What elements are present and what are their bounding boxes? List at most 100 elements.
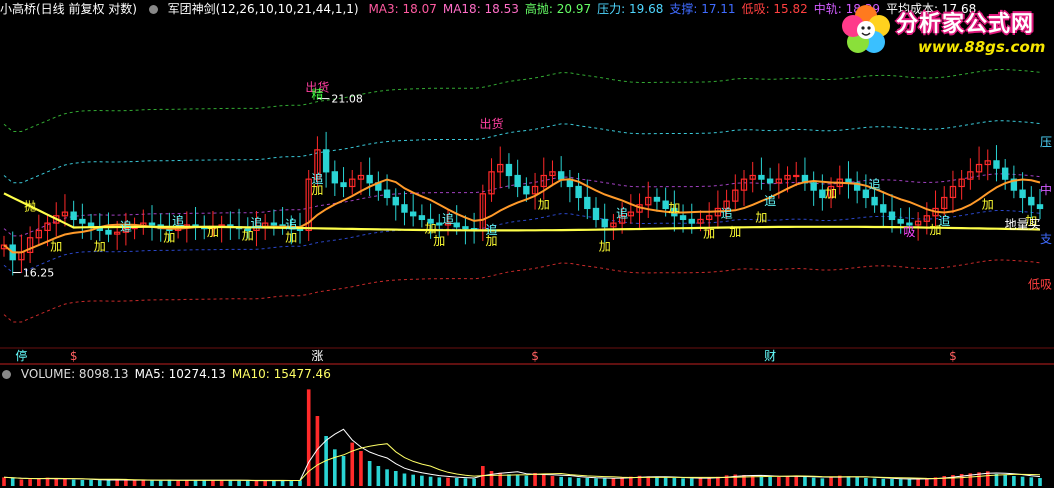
volume-values: VOLUME: 8098.13 MA5: 10274.13 MA10: 15477.… — [21, 367, 337, 381]
candles — [0, 131, 1044, 276]
signal-marker: 加 — [538, 197, 550, 211]
bottom-tag: 涨 — [311, 348, 323, 363]
candle-body — [880, 204, 887, 213]
band-label: 中 — [1040, 182, 1052, 197]
bottom-tag: $ — [531, 349, 539, 363]
candle-body — [575, 185, 582, 199]
volume-value-1: MA5: 10274.13 — [134, 367, 226, 381]
signal-marker: 追 — [120, 218, 132, 233]
candle-body — [148, 222, 156, 226]
signal-markers: 21.0816.25抛加追加加追加追加追加追加加追加追加加加追 加加追加追加加追吸… — [12, 79, 1052, 363]
signal-marker: 追 — [721, 206, 733, 221]
volume-settings-dot-icon[interactable] — [2, 370, 11, 379]
candle-body — [322, 149, 330, 173]
flower-logo-icon — [842, 5, 890, 53]
candle-body — [105, 229, 112, 235]
low-price-label: 16.25 — [23, 267, 55, 280]
volume-header: VOLUME: 8098.13 MA5: 10274.13 MA10: 15477.… — [0, 366, 343, 382]
candle-body — [514, 174, 521, 188]
indicator-value-0: MA3: 18.07 — [368, 2, 437, 16]
signal-marker: 追 — [442, 211, 454, 226]
candle-body — [888, 211, 896, 221]
candle-body — [462, 226, 469, 230]
signal-marker: 加 — [311, 183, 323, 197]
indicator-value-3: 压力: 19.68 — [597, 2, 664, 16]
bottom-tag: $ — [949, 349, 957, 363]
candle-body — [366, 174, 373, 184]
candle-body — [592, 207, 600, 221]
band-label: 支 — [1040, 232, 1052, 246]
low-buy-band — [3, 259, 1041, 323]
watermark-title: 分析家公式网 — [896, 12, 1035, 37]
signal-marker: 加 — [982, 197, 994, 211]
indicator-bands — [3, 69, 1041, 323]
candle-body — [79, 218, 86, 224]
signal-label: 出货 — [480, 116, 504, 131]
high-price-label: 21.08 — [331, 93, 363, 106]
candle-body — [758, 174, 765, 180]
candle-body — [993, 160, 1000, 169]
bottom-tag: 财 — [764, 349, 776, 363]
candle-body — [1028, 196, 1035, 206]
signal-marker: 加 — [729, 225, 741, 239]
candle-body — [584, 196, 591, 210]
signal-marker: 追 — [869, 176, 881, 191]
candle-body — [810, 182, 817, 191]
signal-marker: 追 — [172, 213, 184, 228]
moving-average-lines — [3, 178, 1041, 254]
candle-body — [793, 174, 800, 178]
candle-body — [871, 196, 878, 206]
candle-body — [688, 218, 695, 224]
candle-body — [383, 189, 391, 199]
signal-marker: 加 — [242, 229, 254, 243]
signal-marker: 加 — [930, 223, 942, 237]
candle-body — [653, 196, 661, 202]
signal-marker: 加 — [755, 210, 767, 224]
candle-body — [418, 215, 426, 221]
signal-marker: 加 — [433, 234, 445, 248]
candle-body — [1036, 204, 1044, 210]
indicator-value-1: MA18: 18.53 — [442, 2, 519, 16]
signal-marker: 加 — [486, 234, 498, 248]
volume-ma10-line — [3, 443, 1041, 481]
signal-marker: 加 — [825, 186, 837, 200]
candle-body — [523, 185, 530, 195]
bottom-tag: $ — [70, 349, 78, 363]
volume-value-2: MA10: 15477.46 — [231, 367, 331, 381]
stock-title[interactable]: 小高桥(日线 前复权 对数) — [0, 2, 137, 16]
signal-marker: 加 — [94, 240, 106, 254]
candle-body — [766, 178, 774, 184]
pressure-band — [3, 120, 1041, 184]
band-label: 压 — [1040, 135, 1052, 149]
indicator-name[interactable]: 军团神剑(12,26,10,10,21,44,1,1) — [168, 2, 359, 16]
signal-marker: 吸 — [903, 225, 915, 239]
candle-body — [453, 222, 460, 228]
indicator-value-2: 高抛: 20.97 — [524, 2, 592, 16]
volume-ma5-line — [3, 428, 1041, 482]
candle-body — [409, 211, 417, 217]
volume-value-0: VOLUME: 8098.13 — [20, 367, 129, 381]
bottom-tag: 停 — [15, 348, 27, 363]
candle-body — [679, 215, 687, 221]
candle-body — [505, 163, 513, 177]
volume-panel — [2, 389, 1042, 486]
indicator-value-4: 支撑: 17.11 — [669, 2, 736, 16]
candle-body — [331, 171, 339, 184]
candle-body — [401, 204, 408, 213]
candle-body — [392, 196, 399, 206]
signal-marker: 追 — [616, 206, 628, 221]
signal-marker: 加 — [285, 230, 297, 244]
high-sell-band — [3, 69, 1041, 132]
candle-body — [340, 182, 347, 188]
watermark-url: www.88gs.com — [918, 38, 1046, 56]
indicator-value-5: 低吸: 15.82 — [741, 2, 808, 16]
candle-body — [601, 218, 608, 228]
candle-body — [270, 222, 278, 226]
settings-dot-icon[interactable] — [148, 5, 158, 14]
candle-body — [70, 211, 77, 221]
signal-label: 精 — [311, 88, 323, 102]
candle-body — [897, 218, 904, 224]
candle-body — [1001, 167, 1009, 180]
signal-marker: 追 — [764, 193, 776, 208]
signal-marker: 加 — [668, 201, 680, 215]
